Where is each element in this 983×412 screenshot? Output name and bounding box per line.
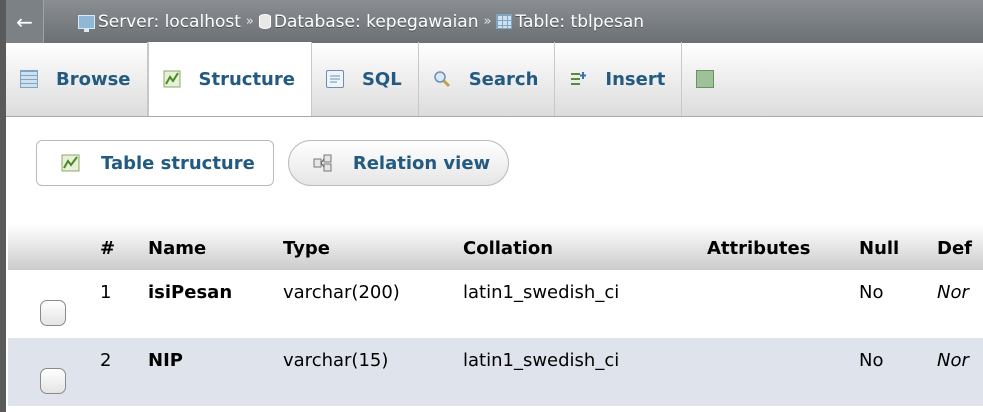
header-checkbox-col	[8, 246, 100, 248]
database-icon	[258, 14, 271, 29]
table-icon	[496, 14, 513, 29]
breadcrumb-server-label[interactable]: Server: localhost	[98, 12, 241, 32]
tab-structure[interactable]: Structure	[147, 42, 312, 116]
table-row: 1 isiPesan varchar(200) latin1_swedish_c…	[8, 270, 983, 338]
breadcrumb-table[interactable]: Table: tblpesan	[496, 12, 644, 32]
column-type: varchar(200)	[283, 282, 400, 303]
column-collation: latin1_swedish_ci	[463, 350, 620, 371]
subtab-relation-view[interactable]: Relation view	[287, 140, 510, 186]
header-number: #	[100, 237, 116, 259]
header-collation[interactable]: Collation	[463, 236, 707, 259]
left-arrow-icon[interactable]: ←	[6, 0, 44, 43]
column-type: varchar(15)	[283, 350, 389, 371]
column-null: No	[859, 282, 884, 303]
column-attributes	[707, 338, 859, 350]
table-header: # Name Type Collation Attributes Null De…	[8, 224, 983, 270]
breadcrumb-separator: »	[245, 14, 254, 29]
server-icon	[78, 14, 95, 32]
column-name: NIP	[148, 350, 183, 371]
tab-browse-label: Browse	[56, 68, 131, 90]
breadcrumb-separator: »	[483, 14, 492, 29]
tab-structure-label: Structure	[198, 68, 295, 90]
header-attributes[interactable]: Attributes	[707, 236, 859, 259]
column-name: isiPesan	[148, 282, 233, 303]
tab-sql[interactable]: SQL	[312, 42, 419, 116]
subtab-table-structure-label: Table structure	[101, 152, 255, 174]
sub-tabs: Table structure Relation view	[36, 140, 523, 186]
relation-view-icon	[313, 154, 333, 172]
row-number: 2	[100, 350, 112, 371]
column-null: No	[859, 350, 884, 371]
row-select	[8, 338, 100, 406]
row-number: 1	[100, 282, 112, 303]
export-icon	[696, 70, 715, 88]
breadcrumb: ← Server: localhost » Database: kepegawa…	[6, 0, 983, 43]
table-row: 2 NIP varchar(15) latin1_swedish_ci No N…	[8, 338, 983, 406]
subtab-table-structure[interactable]: Table structure	[36, 140, 274, 186]
row-select	[8, 270, 100, 338]
breadcrumb-database-label[interactable]: Database: kepegawaian	[274, 12, 479, 32]
breadcrumb-server[interactable]: Server: localhost	[44, 12, 241, 32]
tab-sql-label: SQL	[361, 68, 402, 90]
header-default[interactable]: Def	[937, 236, 983, 259]
column-default: Nor	[937, 282, 969, 303]
tab-export[interactable]	[682, 42, 748, 116]
browse-icon	[20, 70, 38, 88]
structure-icon	[163, 70, 181, 88]
breadcrumb-table-label[interactable]: Table: tblpesan	[515, 12, 644, 32]
breadcrumb-database[interactable]: Database: kepegawaian	[258, 12, 479, 32]
column-attributes	[707, 270, 859, 282]
tab-insert-label: Insert	[605, 68, 666, 90]
search-icon	[433, 70, 451, 88]
tab-search-label: Search	[468, 68, 539, 90]
tab-search[interactable]: Search	[419, 42, 556, 116]
header-name[interactable]: Name	[148, 236, 283, 259]
column-collation: latin1_swedish_ci	[463, 282, 620, 303]
tab-insert[interactable]: Insert	[555, 42, 683, 116]
structure-table: # Name Type Collation Attributes Null De…	[8, 224, 983, 406]
header-null[interactable]: Null	[859, 236, 937, 259]
row-checkbox[interactable]	[40, 368, 66, 394]
tab-browse[interactable]: Browse	[6, 42, 148, 116]
header-type[interactable]: Type	[283, 236, 463, 259]
row-checkbox[interactable]	[40, 300, 66, 326]
subtab-relation-view-label: Relation view	[352, 152, 491, 174]
sql-icon	[325, 70, 344, 88]
column-default: Nor	[937, 350, 969, 371]
insert-icon	[569, 70, 587, 88]
table-structure-icon	[61, 154, 81, 172]
main-tabs: Browse Structure SQL Search Insert	[6, 42, 983, 117]
